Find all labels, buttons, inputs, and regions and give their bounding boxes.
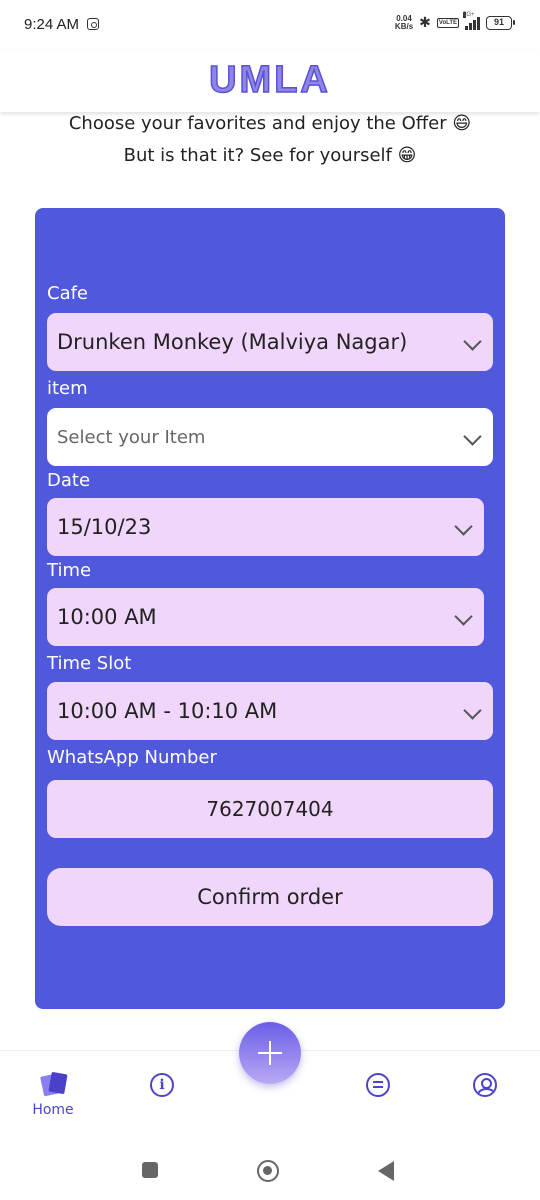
home-cards-icon[interactable] (40, 1071, 68, 1097)
intro-line-2: But is that it? See for yourself 😁 (123, 145, 417, 166)
confirm-order-button[interactable]: Confirm order (47, 868, 493, 926)
chat-icon[interactable] (366, 1073, 390, 1097)
back-icon[interactable] (378, 1161, 394, 1181)
intro-text: Choose your favorites and enjoy the Offe… (0, 108, 540, 172)
whatsapp-number-field[interactable]: 7627007404 (47, 780, 493, 838)
chevron-down-icon (463, 427, 482, 446)
status-bar: 9:24 AM 0.04 KB/s ✱ VoLTE 5G+ 91 (0, 0, 540, 50)
status-time: 9:24 AM (24, 16, 80, 33)
order-form-card: Cafe Drunken Monkey (Malviya Nagar) item… (35, 208, 505, 1009)
app-logo: UMLA (208, 58, 331, 102)
nav-home-label[interactable]: Home (28, 1102, 78, 1118)
item-label: item (47, 378, 88, 399)
time-slot-select-value: 10:00 AM - 10:10 AM (57, 699, 278, 723)
bluetooth-icon: ✱ (419, 14, 431, 30)
app-header: UMLA (0, 50, 540, 112)
item-select[interactable]: Select your Item (47, 408, 493, 466)
chevron-down-icon (463, 332, 482, 351)
time-label: Time (47, 560, 92, 581)
status-icons: 0.04 KB/s ✱ VoLTE 5G+ 91 (394, 11, 515, 31)
network-speed-unit: KB/s (394, 21, 414, 31)
date-select[interactable]: 15/10/23 (47, 498, 484, 556)
date-label: Date (47, 470, 91, 491)
intro-line-1: Choose your favorites and enjoy the Offe… (68, 113, 472, 134)
chevron-down-icon (454, 607, 473, 626)
time-slot-select[interactable]: 10:00 AM - 10:10 AM (47, 682, 493, 740)
volte-icon: VoLTE (436, 17, 459, 28)
time-select[interactable]: 10:00 AM (47, 588, 484, 646)
chevron-down-icon (463, 701, 482, 720)
system-home-icon[interactable] (257, 1160, 279, 1182)
recent-apps-icon[interactable] (142, 1162, 158, 1178)
chevron-down-icon (454, 517, 473, 536)
add-icon[interactable] (239, 1022, 301, 1084)
cafe-label: Cafe (47, 283, 89, 304)
network-type: 5G+ (463, 11, 475, 18)
info-icon[interactable] (150, 1073, 174, 1097)
time-slot-label: Time Slot (47, 653, 132, 674)
cafe-select[interactable]: Drunken Monkey (Malviya Nagar) (47, 313, 493, 371)
battery-icon: 91 (486, 15, 515, 30)
cafe-select-value: Drunken Monkey (Malviya Nagar) (57, 330, 408, 354)
network-speed: 0.04 KB/s (394, 14, 414, 31)
item-select-placeholder: Select your Item (57, 426, 206, 448)
system-navigation-bar (0, 1140, 540, 1200)
date-select-value: 15/10/23 (57, 515, 152, 539)
profile-icon[interactable] (473, 1073, 497, 1097)
time-select-value: 10:00 AM (57, 605, 157, 629)
whatsapp-label: WhatsApp Number (47, 747, 217, 768)
instagram-notification-icon (87, 18, 99, 30)
signal-icon: 5G+ (463, 11, 480, 30)
